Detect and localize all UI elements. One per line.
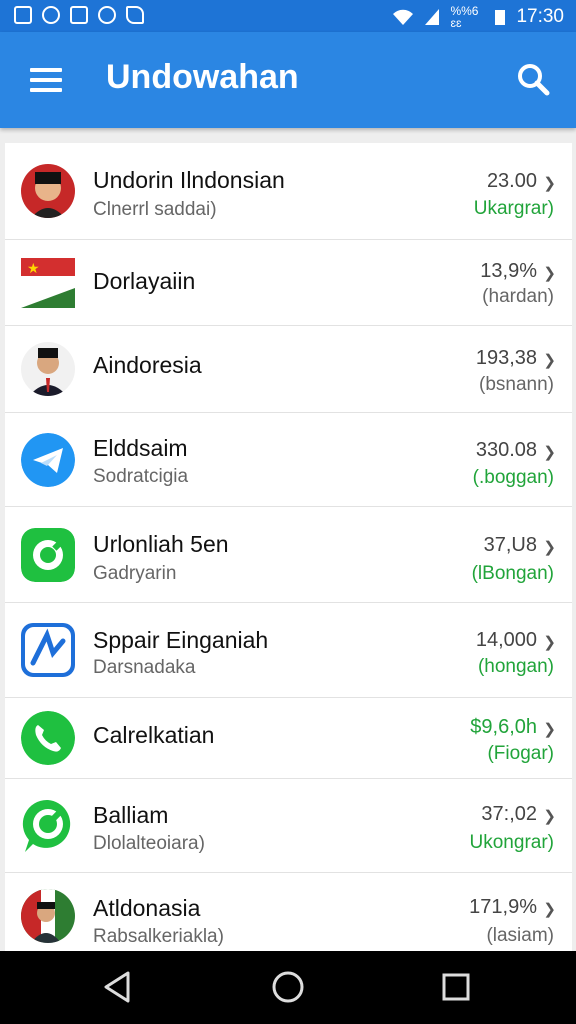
item-name: Urlonliah 5en [93,531,229,557]
item-name: Sppair Einganiah [93,627,269,653]
app-bar: Undowahan [0,32,576,128]
telegram-icon [21,432,75,487]
item-status: (hongan) [477,656,554,677]
app-icon [21,527,75,582]
chevron-right-icon: ❯ [543,352,556,369]
item-name: Elddsaim [93,435,188,461]
app-icon [21,623,75,677]
item-subtitle: Gadryarin [93,563,177,584]
item-status: (bsnann) [479,374,554,395]
navigation-bar [0,951,576,1024]
item-name: Aindoresia [93,352,202,378]
item-name: Atldonasia [93,895,201,921]
list-item[interactable]: Sppair Einganiah Darsnadaka 14,000 ❯ (ho… [5,603,572,698]
item-subtitle: Darsnadaka [93,657,196,678]
item-subtitle: Rabsalkeriakla) [93,926,224,947]
chevron-right-icon: ❯ [543,634,556,651]
back-icon[interactable] [100,969,136,1005]
chevron-right-icon: ❯ [543,265,556,282]
battery-icon [495,10,506,25]
list-item[interactable]: Undorin Ilndonsian Clnerrl saddai) 23.00… [5,143,572,240]
notification-icon [14,6,32,24]
list-item[interactable]: Atldonasia Rabsalkeriakla) 171,9% ❯ (las… [5,873,572,951]
item-status: Ukargrar) [473,198,554,219]
item-name: Undorin Ilndonsian [93,167,285,193]
search-icon[interactable] [516,62,550,96]
system-icons: %%6 ɛɛ 17:30 [392,5,564,29]
item-status: (Fiogar) [487,743,554,764]
menu-icon[interactable] [30,68,62,92]
signal-icon [425,9,440,25]
avatar [21,164,75,218]
home-icon[interactable] [270,969,306,1005]
clock: 17:30 [516,6,564,27]
list-item[interactable]: Balliam Dlolalteoiara) 37:,02 ❯ Ukongrar… [5,779,572,873]
item-value: 37:,02 [481,803,537,825]
item-status: (lBongan) [471,563,554,584]
item-subtitle: Sodratcigia [93,466,189,487]
list-item[interactable]: Calrelkatian $9,6,0h ❯ (Fiogar) [5,698,572,779]
status-small-text: %%6 ɛɛ [450,4,479,30]
chevron-right-icon: ❯ [543,175,556,192]
wifi-icon [393,9,414,25]
item-subtitle: Dlolalteoiara) [93,833,205,854]
list-item[interactable]: ★ Dorlayaiin 13,9% ❯ (hardan) [5,240,572,326]
item-status: Ukongrar) [469,832,554,853]
notification-icon [126,6,144,24]
notification-icon [70,6,88,24]
item-status: (hardan) [482,286,554,307]
status-bar: %%6 ɛɛ 17:30 [0,0,576,32]
notification-icon [42,6,60,24]
list-item[interactable]: Urlonliah 5en Gadryarin 37,U8 ❯ (lBongan… [5,507,572,603]
contact-list: Undorin Ilndonsian Clnerrl saddai) 23.00… [5,143,572,951]
item-status: (lasiam) [486,925,554,946]
list-item[interactable]: Elddsaim Sodratcigia 330.08 ❯ (.boggan) [5,413,572,507]
chevron-right-icon: ❯ [543,808,556,825]
whatsapp-icon [21,799,75,853]
chevron-right-icon: ❯ [543,539,556,556]
recents-icon[interactable] [438,969,474,1005]
flag-icon: ★ [21,257,75,308]
item-name: Calrelkatian [93,722,215,748]
item-status: (.boggan) [472,467,554,488]
item-name: Balliam [93,802,169,828]
chevron-right-icon: ❯ [543,721,556,738]
list-item[interactable]: Aindoresia 193,38 ❯ (bsnann) [5,326,572,413]
page-title: Undowahan [106,58,299,96]
avatar [21,342,75,396]
item-value: 193,38 [475,347,537,369]
item-value: 13,9% [480,260,537,282]
svg-text:★: ★ [27,261,40,277]
avatar [21,888,75,943]
item-value: 330.08 [475,439,537,461]
item-name: Dorlayaiin [93,268,196,294]
notification-icons [14,6,144,24]
phone-icon [21,711,75,765]
notification-icon [98,6,116,24]
item-value: 23.00 [486,170,537,192]
chevron-right-icon: ❯ [543,444,556,461]
item-value: 171,9% [469,896,537,918]
item-subtitle: Clnerrl saddai) [93,199,217,220]
item-value: $9,6,0h [470,716,537,738]
item-value: 14,000 [475,629,537,651]
chevron-right-icon: ❯ [543,901,556,918]
item-value: 37,U8 [483,534,537,556]
